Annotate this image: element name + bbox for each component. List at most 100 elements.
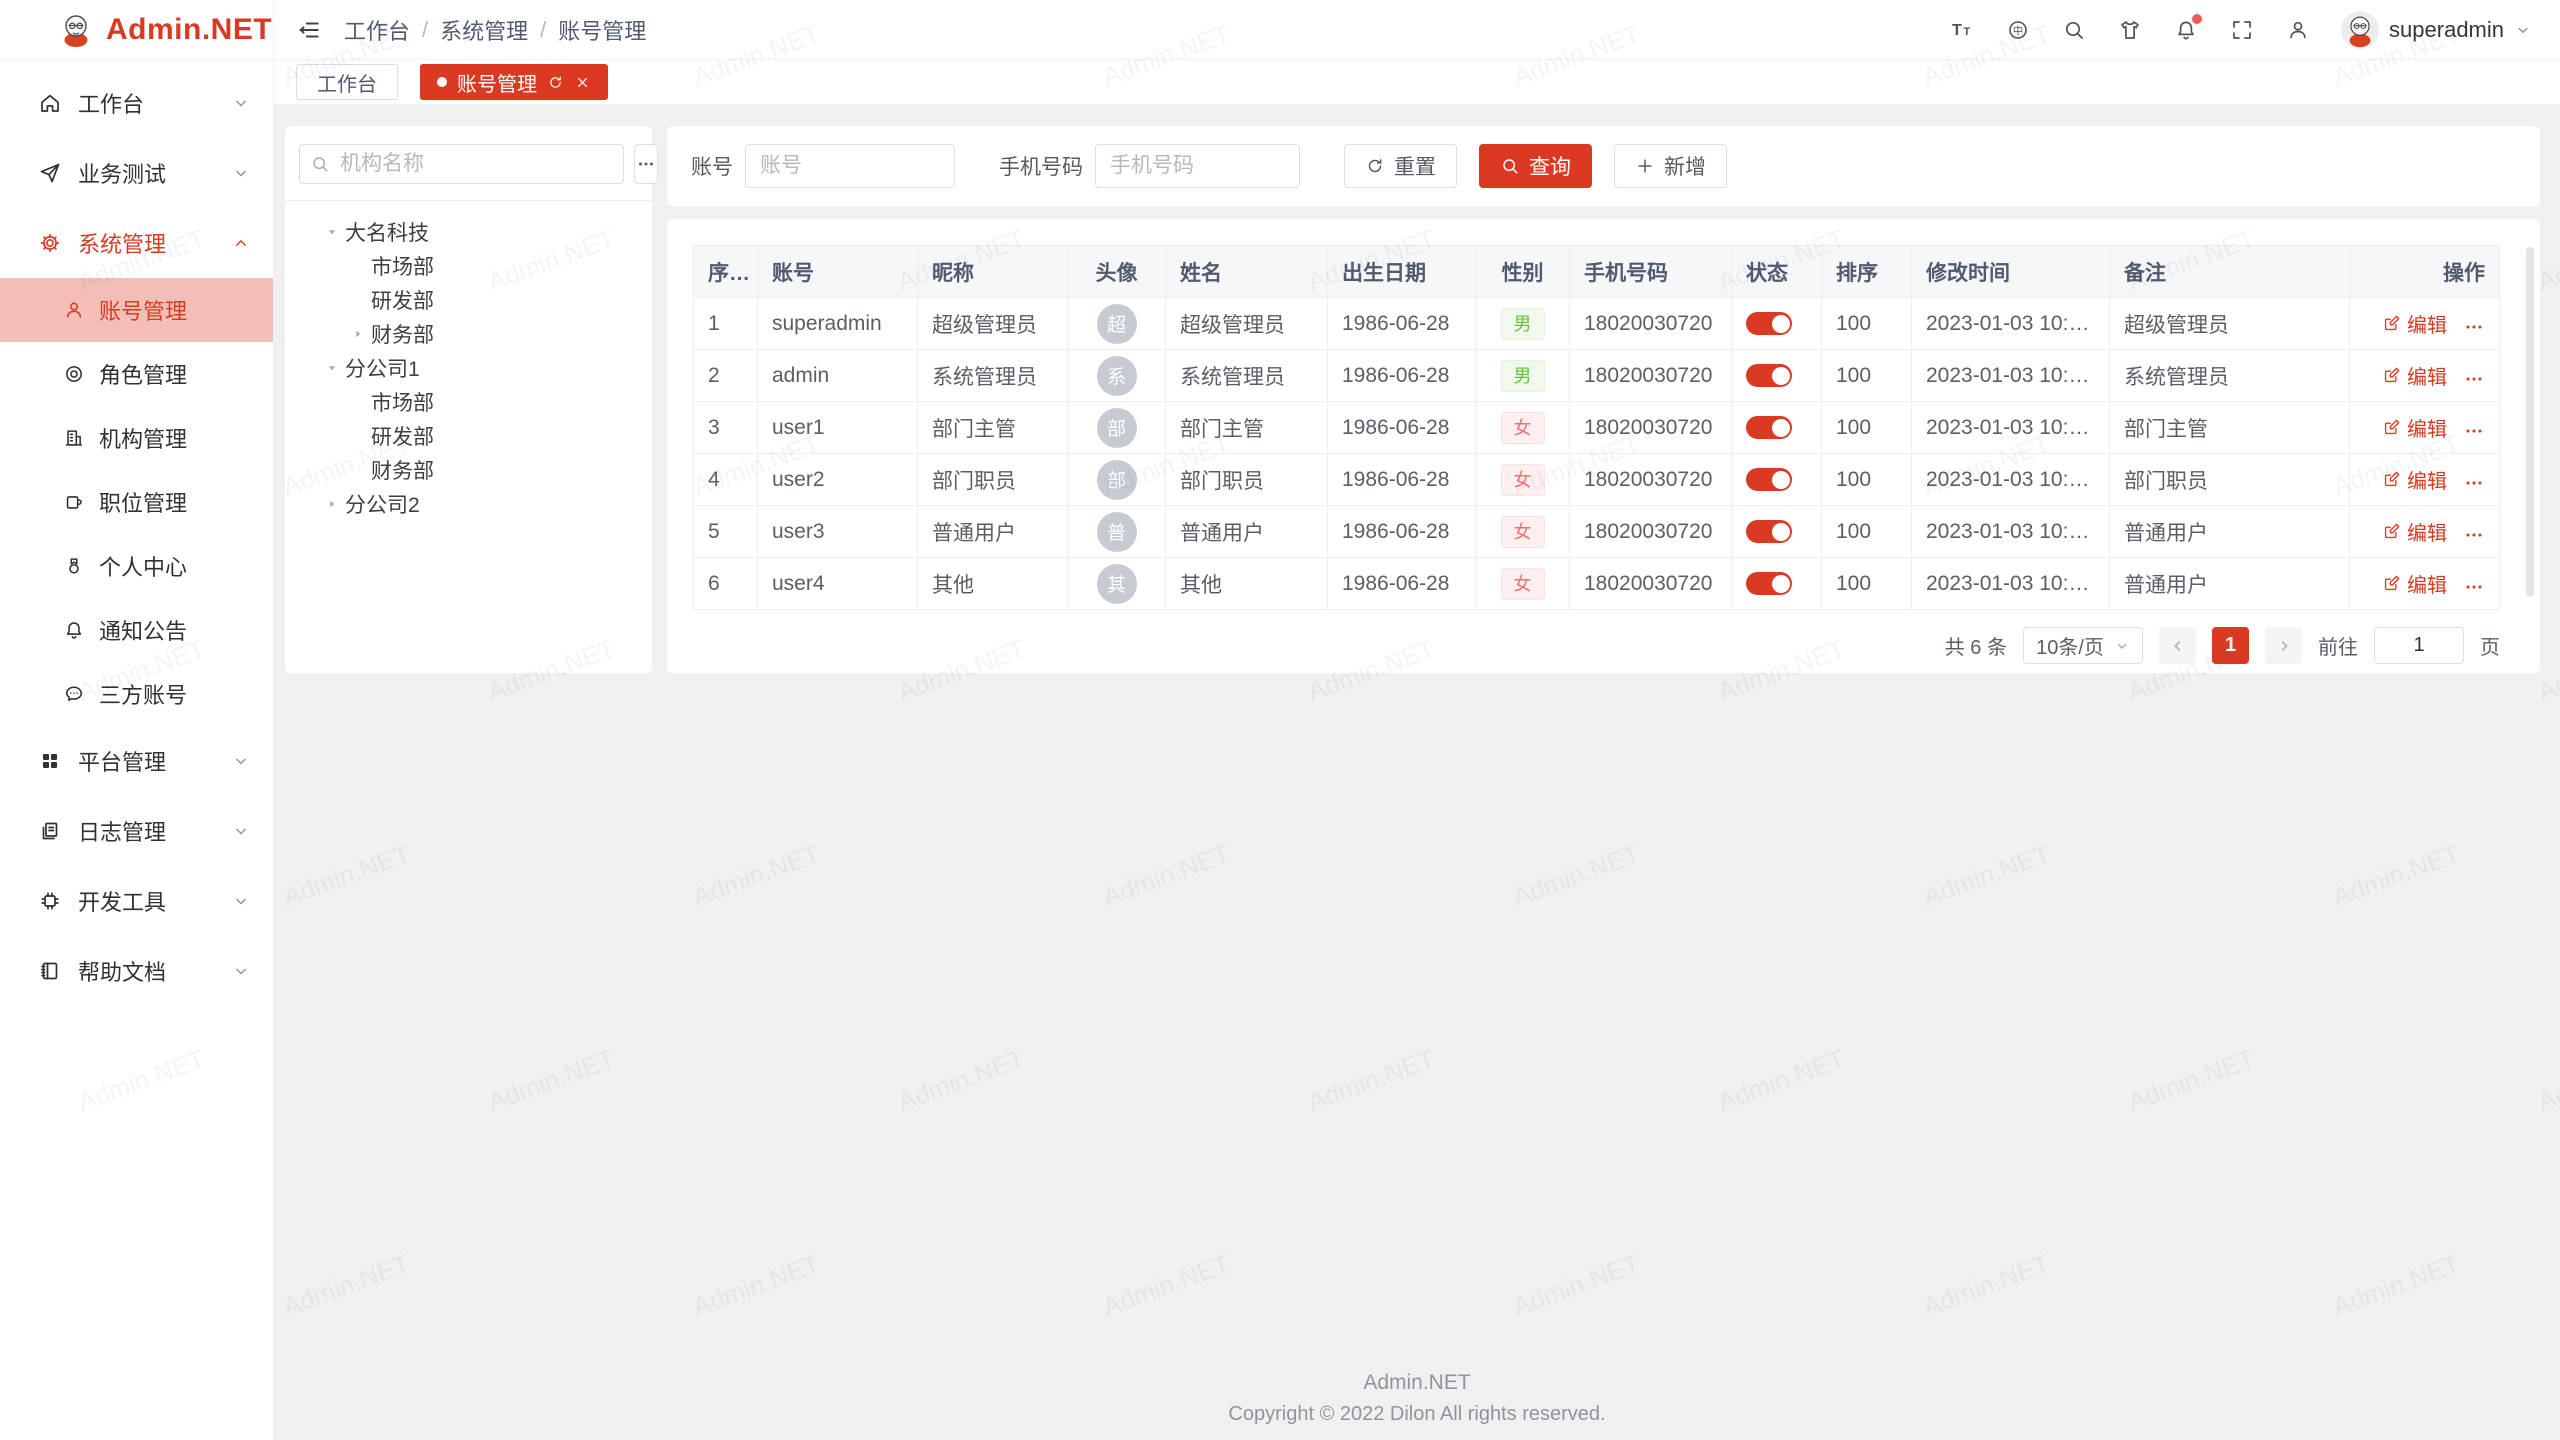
phone-input[interactable] [1095,144,1300,188]
triangle-down-icon[interactable] [323,359,341,377]
breadcrumb-item[interactable]: 工作台 [344,14,410,46]
more-actions-button[interactable] [2463,316,2485,338]
more-actions-button[interactable] [2463,368,2485,390]
birth-cell: 1986-06-28 [1328,454,1476,506]
sidebar-subitem-职位管理[interactable]: 职位管理 [0,470,273,534]
next-page-button[interactable] [2265,627,2302,664]
sidebar-subitem-通知公告[interactable]: 通知公告 [0,598,273,662]
sidebar-subitem-机构管理[interactable]: 机构管理 [0,406,273,470]
table-scrollbar[interactable] [2526,247,2534,597]
tree-node-市场部[interactable]: 市场部 [299,385,638,419]
search-button[interactable]: 查询 [1479,144,1592,188]
prev-page-button[interactable] [2159,627,2196,664]
theme-icon[interactable] [2117,17,2143,43]
tab-账号管理[interactable]: 账号管理 [420,64,608,100]
tree-node-研发部[interactable]: 研发部 [299,283,638,317]
close-icon[interactable] [574,74,591,91]
column-header-status: 状态 [1732,246,1822,298]
org-search-input[interactable] [338,151,613,177]
refresh-icon[interactable] [547,74,564,91]
edit-button[interactable]: 编辑 [2382,569,2447,598]
goto-page-input[interactable] [2374,627,2464,664]
status-toggle[interactable] [1746,312,1792,335]
remark-cell: 超级管理员 [2110,298,2350,350]
edit-button[interactable]: 编辑 [2382,413,2447,442]
sidebar-subitem-个人中心[interactable]: 个人中心 [0,534,273,598]
tab-工作台[interactable]: 工作台 [296,64,398,100]
sidebar-subitem-角色管理[interactable]: 角色管理 [0,342,273,406]
edit-button[interactable]: 编辑 [2382,465,2447,494]
edit-button[interactable]: 编辑 [2382,361,2447,390]
more-actions-button[interactable] [2463,420,2485,442]
chevron-down-icon [2114,638,2130,654]
sidebar-item-2[interactable]: 业务测试 [0,138,273,208]
sidebar-subitem-账号管理[interactable]: 账号管理 [0,278,273,342]
page-number-current[interactable]: 1 [2212,627,2249,664]
table-row: 4user2部门职员部部门职员1986-06-28女18020030720100… [694,454,2500,506]
chevron-up-icon [231,233,251,253]
language-icon[interactable]: 中 [2005,17,2031,43]
account-input[interactable] [745,144,955,188]
phone-cell: 18020030720 [1570,298,1732,350]
user-icon [63,299,85,321]
tree-node-财务部[interactable]: 财务部 [299,317,638,351]
more-actions-button[interactable] [2463,576,2485,598]
status-toggle[interactable] [1746,364,1792,387]
tree-node-大名科技[interactable]: 大名科技 [299,215,638,249]
status-toggle[interactable] [1746,416,1792,439]
reset-button[interactable]: 重置 [1344,144,1457,188]
sidebar-item-6[interactable]: 开发工具 [0,866,273,936]
search-icon[interactable] [2061,17,2087,43]
sidebar-subitem-label: 职位管理 [99,486,251,518]
tree-node-研发部[interactable]: 研发部 [299,419,638,453]
logo[interactable]: Admin.NET [0,0,273,60]
tree-node-label: 市场部 [371,251,434,281]
triangle-right-icon[interactable] [323,495,341,513]
more-actions-button[interactable] [2463,472,2485,494]
mtime-cell: 2023-01-03 10:59:44 [1912,454,2110,506]
sidebar-item-5[interactable]: 日志管理 [0,796,273,866]
status-toggle[interactable] [1746,572,1792,595]
org-icon [63,427,85,449]
refresh-icon [1365,156,1385,176]
breadcrumb-item[interactable]: 系统管理 [440,14,528,46]
topbar-actions: TT 中 superadmin [1949,11,2532,49]
edit-button[interactable]: 编辑 [2382,309,2447,338]
more-actions-button[interactable] [2463,524,2485,546]
user-menu[interactable]: superadmin [2341,11,2532,49]
edit-button[interactable]: 编辑 [2382,517,2447,546]
footer: Admin.NET Copyright © 2022 Dilon All rig… [274,1371,2560,1426]
tree-node-分公司1[interactable]: 分公司1 [299,351,638,385]
sidebar-item-4[interactable]: 平台管理 [0,726,273,796]
sidebar-item-3[interactable]: 系统管理 [0,208,273,278]
collapse-menu-icon[interactable] [296,17,322,43]
triangle-down-icon[interactable] [323,223,341,241]
status-cell [1732,350,1822,402]
tree-node-分公司2[interactable]: 分公司2 [299,487,638,521]
status-toggle[interactable] [1746,468,1792,491]
tree-node-财务部[interactable]: 财务部 [299,453,638,487]
user-icon[interactable] [2285,17,2311,43]
fullscreen-icon[interactable] [2229,17,2255,43]
add-button[interactable]: 新增 [1614,144,1727,188]
active-tab-dot-icon [437,77,447,87]
sidebar-item-1[interactable]: 工作台 [0,68,273,138]
breadcrumb-item[interactable]: 账号管理 [558,14,646,46]
sidebar-subitem-三方账号[interactable]: 三方账号 [0,662,273,726]
avatar: 部 [1097,460,1137,500]
triangle-right-icon[interactable] [349,325,367,343]
page-size-select[interactable]: 10条/页 [2023,627,2143,664]
sex-cell: 女 [1476,506,1570,558]
org-tree: 大名科技市场部研发部财务部分公司1市场部研发部财务部分公司2 [299,215,638,521]
tree-node-市场部[interactable]: 市场部 [299,249,638,283]
tree-arrow-placeholder [349,291,367,309]
status-toggle[interactable] [1746,520,1792,543]
font-size-icon[interactable]: TT [1949,17,1975,43]
sex-badge: 男 [1501,308,1545,340]
sidebar-item-7[interactable]: 帮助文档 [0,936,273,1006]
seq-cell: 1 [694,298,758,350]
notification-icon[interactable] [2173,17,2199,43]
tree-more-button[interactable] [634,144,658,184]
remark-cell: 部门职员 [2110,454,2350,506]
birth-cell: 1986-06-28 [1328,402,1476,454]
